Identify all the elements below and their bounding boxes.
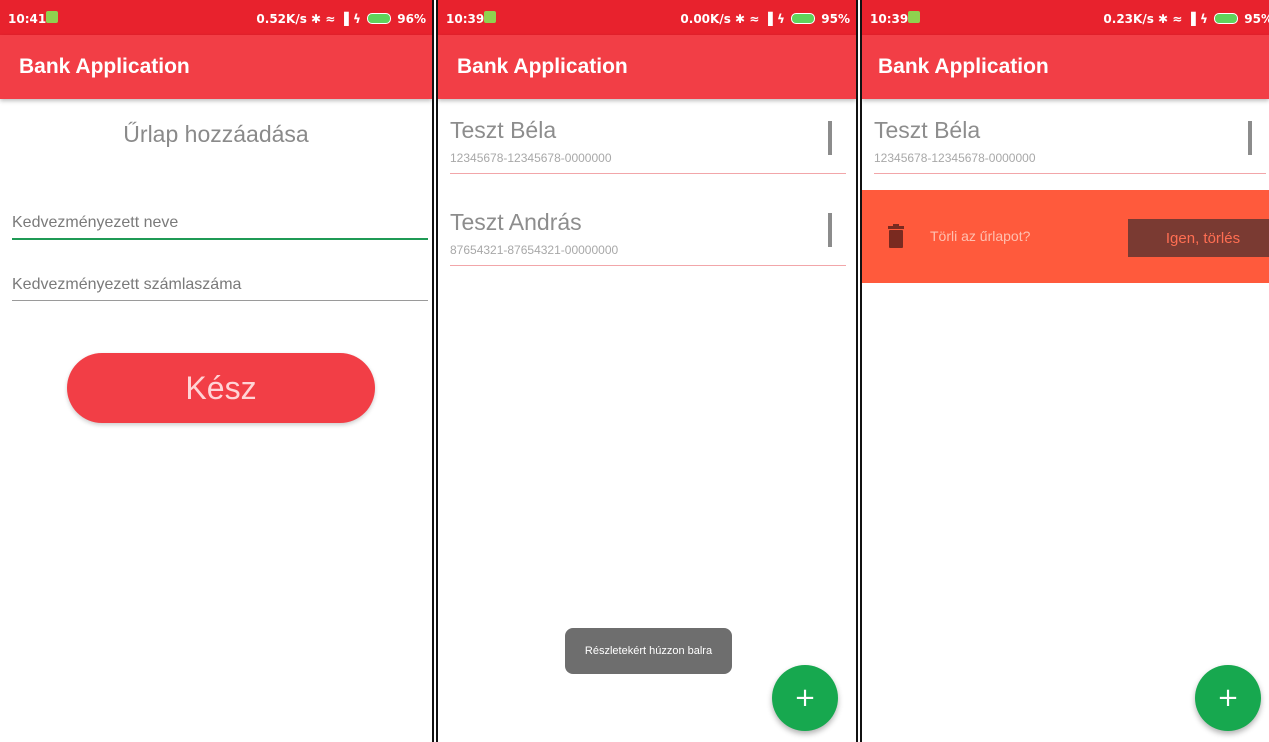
bluetooth-icon: ✱ xyxy=(311,12,322,26)
beneficiary-account-input[interactable] xyxy=(12,276,428,301)
status-right: 0.23K/s ✱ ≈ ▐ ϟ 95% xyxy=(1103,12,1269,26)
status-right: 0.52K/s ✱ ≈ ▐ ϟ 96% xyxy=(256,12,426,26)
bluetooth-icon: ✱ xyxy=(1158,12,1169,26)
list-item-name: Teszt András xyxy=(450,209,582,235)
alarm-icon xyxy=(484,11,496,23)
network-speed: 0.52K/s xyxy=(256,12,307,26)
screen-add-form: 10:41 0.52K/s ✱ ≈ ▐ ϟ 96% Bank Applicati… xyxy=(0,0,432,742)
wifi-icon: ≈ xyxy=(325,12,336,26)
status-bar: 10:41 0.52K/s ✱ ≈ ▐ ϟ 96% xyxy=(0,0,432,35)
app-bar: Bank Application xyxy=(862,35,1269,99)
drag-handle-icon[interactable] xyxy=(828,121,832,155)
list-item-name: Teszt Béla xyxy=(874,117,981,143)
list-item-name: Teszt Béla xyxy=(450,117,557,143)
alarm-icon xyxy=(908,11,920,23)
plus-icon: + xyxy=(1217,683,1239,713)
battery-percent: 95% xyxy=(821,12,850,26)
wifi-icon: ≈ xyxy=(749,12,760,26)
add-button[interactable]: + xyxy=(772,665,838,731)
status-bar: 10:39 0.23K/s ✱ ≈ ▐ ϟ 95% xyxy=(862,0,1269,35)
add-button[interactable]: + xyxy=(1195,665,1261,731)
screen-delete: 10:39 0.23K/s ✱ ≈ ▐ ϟ 95% Bank Applicati… xyxy=(862,0,1269,742)
network-speed: 0.23K/s xyxy=(1103,12,1154,26)
beneficiary-name-input[interactable] xyxy=(12,214,428,240)
signal-icon: ▐ xyxy=(1186,12,1196,26)
bluetooth-icon: ✱ xyxy=(735,12,746,26)
status-time: 10:39 xyxy=(446,12,485,26)
status-bar: 10:39 0.00K/s ✱ ≈ ▐ ϟ 95% xyxy=(438,0,856,35)
network-speed: 0.00K/s xyxy=(680,12,731,26)
app-title: Bank Application xyxy=(878,55,1049,78)
drag-handle-icon[interactable] xyxy=(1248,121,1252,155)
drag-handle-icon[interactable] xyxy=(828,213,832,247)
plus-icon: + xyxy=(794,683,816,713)
confirm-delete-button[interactable]: Igen, törlés xyxy=(1128,219,1269,257)
status-right: 0.00K/s ✱ ≈ ▐ ϟ 95% xyxy=(680,12,850,26)
list-item[interactable]: Teszt Béla 12345678-12345678-0000000 xyxy=(450,105,846,174)
app-title: Bank Application xyxy=(457,55,628,78)
signal-icon: ▐ xyxy=(339,12,349,26)
battery-icon xyxy=(791,13,816,24)
charging-icon: ϟ xyxy=(776,12,785,26)
toast-message: Részletekért húzzon balra xyxy=(565,628,732,674)
battery-icon xyxy=(1214,13,1239,24)
signal-icon: ▐ xyxy=(763,12,773,26)
app-title: Bank Application xyxy=(19,55,190,78)
status-time: 10:41 xyxy=(8,12,47,26)
status-time: 10:39 xyxy=(870,12,909,26)
battery-icon xyxy=(367,13,392,24)
charging-icon: ϟ xyxy=(1199,12,1208,26)
charging-icon: ϟ xyxy=(352,12,361,26)
trash-icon xyxy=(888,224,904,248)
list-item[interactable]: Teszt Béla 12345678-12345678-0000000 xyxy=(874,105,1266,174)
alarm-icon xyxy=(46,11,58,23)
app-bar: Bank Application xyxy=(0,35,432,99)
list-item-account: 12345678-12345678-0000000 xyxy=(874,151,1036,165)
list-item-account: 12345678-12345678-0000000 xyxy=(450,151,612,165)
app-bar: Bank Application xyxy=(438,35,856,99)
submit-button[interactable]: Kész xyxy=(67,353,375,423)
battery-percent: 96% xyxy=(397,12,426,26)
form-title: Űrlap hozzáadása xyxy=(123,121,309,147)
delete-question: Törli az űrlapot? xyxy=(930,228,1031,244)
list-item-account: 87654321-87654321-00000000 xyxy=(450,243,619,257)
screen-list: 10:39 0.00K/s ✱ ≈ ▐ ϟ 95% Bank Applicati… xyxy=(438,0,856,742)
wifi-icon: ≈ xyxy=(1172,12,1183,26)
list-item[interactable]: Teszt András 87654321-87654321-00000000 xyxy=(450,197,846,266)
delete-confirm-panel: Törli az űrlapot? Igen, törlés xyxy=(862,190,1269,283)
battery-percent: 95% xyxy=(1244,12,1269,26)
